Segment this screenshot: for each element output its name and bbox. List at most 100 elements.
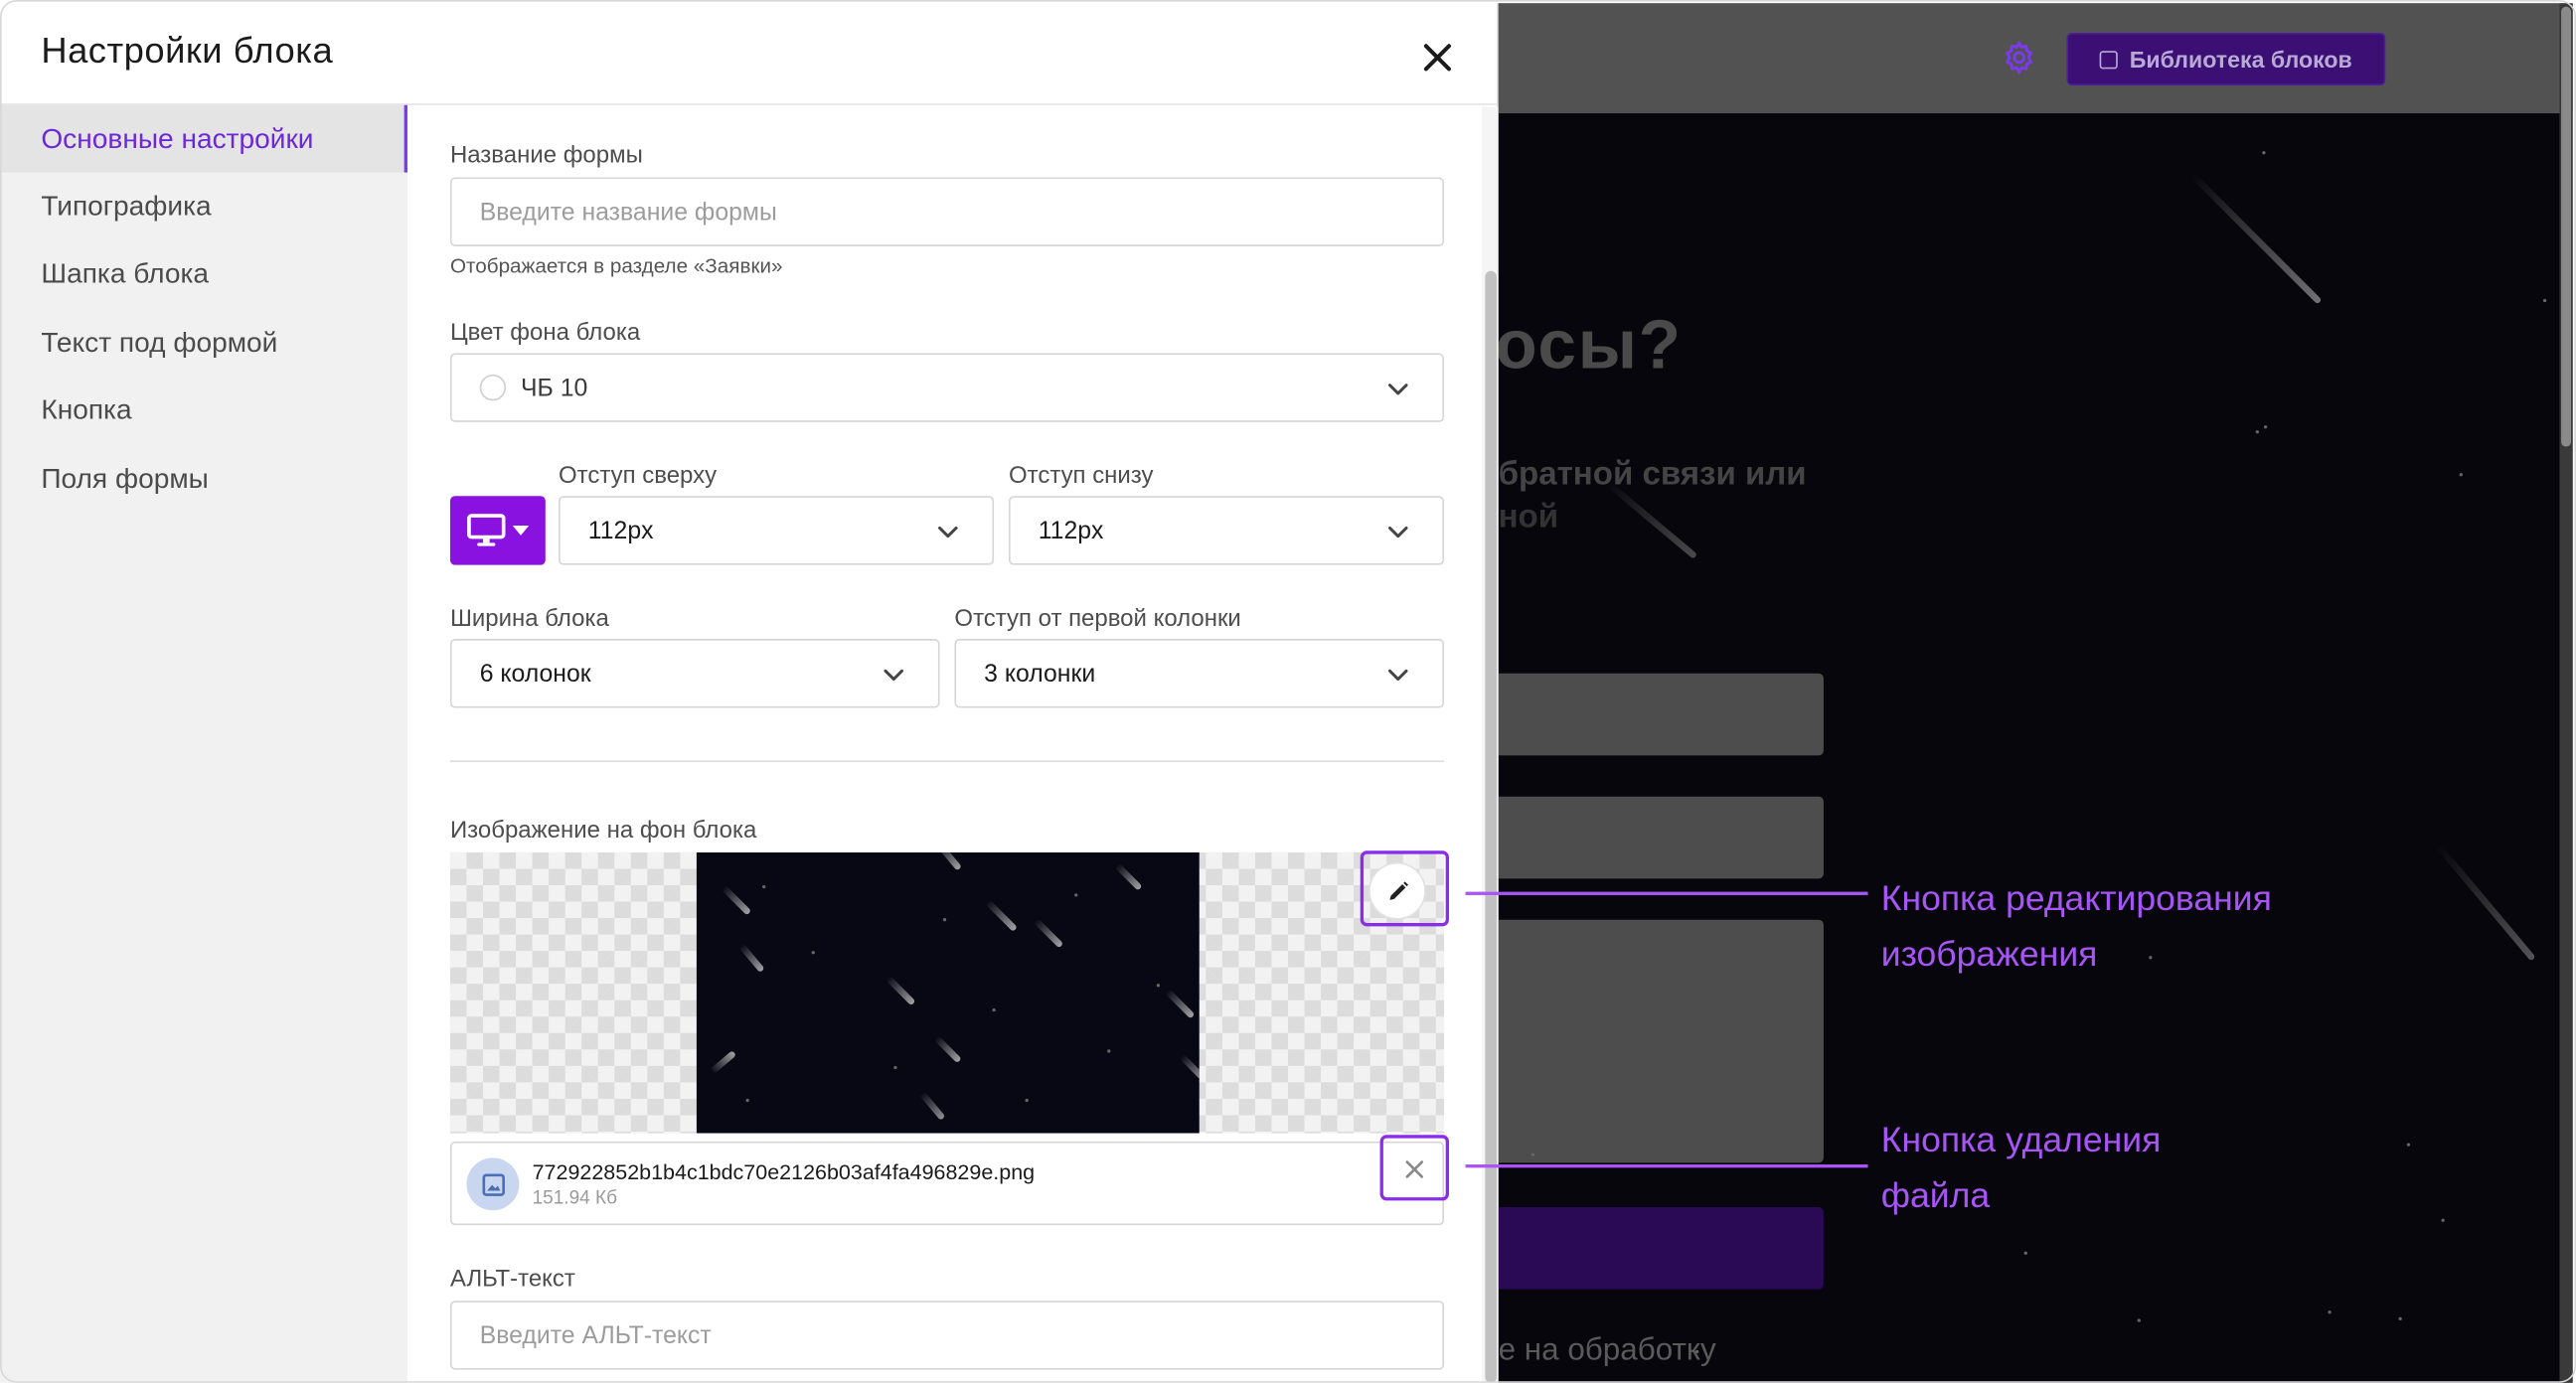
panel-header: Настройки блока — [0, 3, 1499, 105]
padding-top-label: Отступ сверху — [559, 463, 718, 490]
chevron-down-icon — [884, 669, 904, 682]
site-topbar: Библиотека блоков — [1498, 3, 2573, 114]
block-library-button[interactable]: Библиотека блоков — [2066, 33, 2386, 85]
site-consent-text: е на обработку — [1498, 1333, 1716, 1368]
site-form-field — [1498, 796, 1824, 879]
star — [893, 1065, 897, 1070]
first-column-offset-label: Отступ от первой колонки — [954, 605, 1241, 633]
chevron-down-icon — [938, 526, 958, 538]
meteor — [721, 885, 752, 916]
meteor — [1033, 918, 1064, 949]
panel-scrollbar-thumb[interactable] — [1485, 270, 1497, 1383]
alt-text-label: АЛЬТ-текст — [449, 1266, 575, 1293]
sidebar-item-button[interactable]: Кнопка — [0, 377, 407, 445]
device-selector-button[interactable] — [449, 496, 546, 565]
star — [2263, 425, 2268, 429]
section-divider — [449, 760, 1445, 763]
screenshot-stage: Библиотека блоков осы? братной связи или… — [0, 0, 2576, 1383]
star — [762, 884, 766, 889]
star — [1694, 1349, 1699, 1354]
star — [1156, 984, 1161, 988]
meteor — [1114, 862, 1143, 891]
site-scrollbar-thumb[interactable] — [2561, 6, 2572, 447]
site-form-textarea — [1498, 919, 1824, 1163]
chevron-down-icon — [1388, 526, 1408, 538]
chevron-down-icon — [1388, 384, 1408, 395]
settings-content: Название формы Введите название формы От… — [407, 106, 1499, 1382]
bg-color-label: Цвет фона блока — [449, 320, 641, 347]
block-width-value: 6 колонок — [479, 659, 591, 688]
star — [745, 1098, 749, 1103]
delete-annotation-line2: файла — [1880, 1175, 1991, 1216]
bg-color-value: ЧБ 10 — [521, 374, 588, 402]
desktop-icon — [467, 514, 506, 546]
panel-scrollbar[interactable] — [1482, 106, 1499, 1383]
color-swatch — [479, 374, 507, 401]
star — [1025, 1098, 1029, 1103]
star — [1107, 1049, 1111, 1053]
meteor — [738, 943, 765, 974]
star — [1074, 893, 1078, 897]
meteor — [2189, 172, 2323, 305]
meteor — [2435, 844, 2536, 962]
site-submit-button — [1498, 1206, 1824, 1290]
padding-top-select[interactable]: 112px — [559, 496, 995, 565]
star — [2262, 151, 2266, 155]
star — [2149, 956, 2153, 960]
close-icon — [1405, 1160, 1424, 1178]
edit-image-button[interactable] — [1369, 863, 1425, 919]
bg-image-thumbnail — [696, 851, 1200, 1134]
sidebar-item-block-header[interactable]: Шапка блока — [0, 240, 407, 309]
star — [811, 951, 815, 955]
edit-annotation-line2: изображения — [1880, 934, 2098, 975]
bg-image-label: Изображение на фон блока — [449, 818, 757, 845]
site-preview-background: Библиотека блоков осы? братной связи или… — [1498, 3, 2573, 1383]
sidebar-item-main-settings[interactable]: Основные настройки — [0, 104, 407, 173]
meteor — [886, 975, 916, 1006]
pencil-icon — [1388, 880, 1408, 900]
form-name-label: Название формы — [449, 142, 643, 170]
edit-annotation-line — [1465, 891, 1868, 895]
delete-annotation-line — [1465, 1164, 1868, 1168]
sidebar-item-typography[interactable]: Типографика — [0, 173, 407, 241]
star — [2023, 1251, 2027, 1255]
delete-file-button[interactable] — [1393, 1152, 1436, 1187]
sidebar-item-text-under-form[interactable]: Текст под формой — [0, 309, 407, 378]
edit-annotation-line1: Кнопка редактирования — [1880, 878, 2272, 919]
padding-top-value: 112px — [587, 516, 654, 544]
alt-text-input[interactable]: Введите АЛЬТ-текст — [449, 1301, 1445, 1370]
star — [2255, 430, 2259, 434]
block-width-label: Ширина блока — [449, 605, 609, 633]
delete-annotation-line1: Кнопка удаления — [1880, 1120, 2162, 1160]
meteor — [1179, 1054, 1200, 1080]
caret-down-icon — [512, 525, 530, 536]
star — [2441, 1218, 2445, 1222]
site-subtitle: братной связи или — [1498, 456, 1807, 493]
close-icon[interactable] — [1416, 36, 1459, 78]
gear-icon[interactable] — [2001, 40, 2036, 76]
file-size: 151.94 Кб — [532, 1188, 617, 1209]
form-name-input[interactable]: Введите название формы — [449, 177, 1445, 246]
settings-sidebar: Основные настройки Типографика Шапка бло… — [0, 104, 407, 1383]
padding-bottom-value: 112px — [1038, 516, 1104, 544]
meteor — [933, 1035, 962, 1064]
bg-image-preview — [449, 851, 1445, 1134]
bg-color-select[interactable]: ЧБ 10 — [449, 353, 1445, 422]
site-subtitle-second-line: ной — [1498, 499, 1559, 536]
star — [2459, 473, 2463, 477]
sidebar-item-form-fields[interactable]: Поля формы — [0, 445, 407, 514]
padding-bottom-select[interactable]: 112px — [1008, 496, 1445, 565]
meteor — [1165, 989, 1196, 1019]
block-library-label: Библиотека блоков — [2129, 46, 2352, 73]
site-scrollbar[interactable] — [2559, 3, 2573, 1383]
panel-title: Настройки блока — [41, 29, 334, 72]
star — [2137, 1318, 2141, 1322]
star — [2406, 1143, 2411, 1147]
image-file-icon — [466, 1157, 520, 1211]
site-heading: осы? — [1498, 305, 1683, 384]
meteor — [935, 851, 962, 871]
site-form-field — [1498, 673, 1824, 756]
star — [992, 1007, 996, 1012]
block-width-select[interactable]: 6 колонок — [449, 639, 940, 708]
first-column-offset-select[interactable]: 3 колонки — [954, 639, 1445, 708]
